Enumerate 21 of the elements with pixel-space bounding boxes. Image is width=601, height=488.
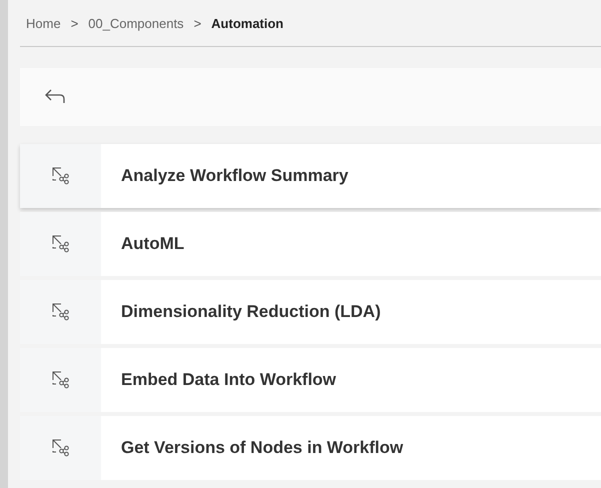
workflow-icon xyxy=(52,167,70,185)
workflow-item[interactable]: AutoML xyxy=(20,212,601,276)
breadcrumb-link[interactable]: Automation xyxy=(211,16,284,30)
workflow-icon xyxy=(52,371,70,389)
breadcrumb-link[interactable]: 00_Components xyxy=(88,16,184,30)
workflow-item[interactable]: Analyze Workflow Summary xyxy=(20,144,601,208)
workflow-item[interactable]: Embed Data Into Workflow xyxy=(20,348,601,412)
workflow-name: Dimensionality Reduction (LDA) xyxy=(121,301,381,323)
breadcrumb-link[interactable]: Home xyxy=(26,16,61,30)
workflow-icon xyxy=(52,439,70,457)
workflow-item[interactable]: Get Versions of Nodes in Workflow xyxy=(20,416,601,480)
breadcrumb-separator: > xyxy=(70,16,78,30)
workflow-name: AutoML xyxy=(121,233,184,255)
workflow-item[interactable]: Dimensionality Reduction (LDA) xyxy=(20,280,601,344)
workflow-icon xyxy=(52,303,70,321)
workflow-name: Embed Data Into Workflow xyxy=(121,369,336,391)
breadcrumb-separator: > xyxy=(194,16,202,30)
back-arrow-icon[interactable] xyxy=(44,89,66,105)
workflow-name: Get Versions of Nodes in Workflow xyxy=(121,437,404,459)
workflow-icon xyxy=(52,235,70,253)
workflow-name: Analyze Workflow Summary xyxy=(121,165,348,187)
